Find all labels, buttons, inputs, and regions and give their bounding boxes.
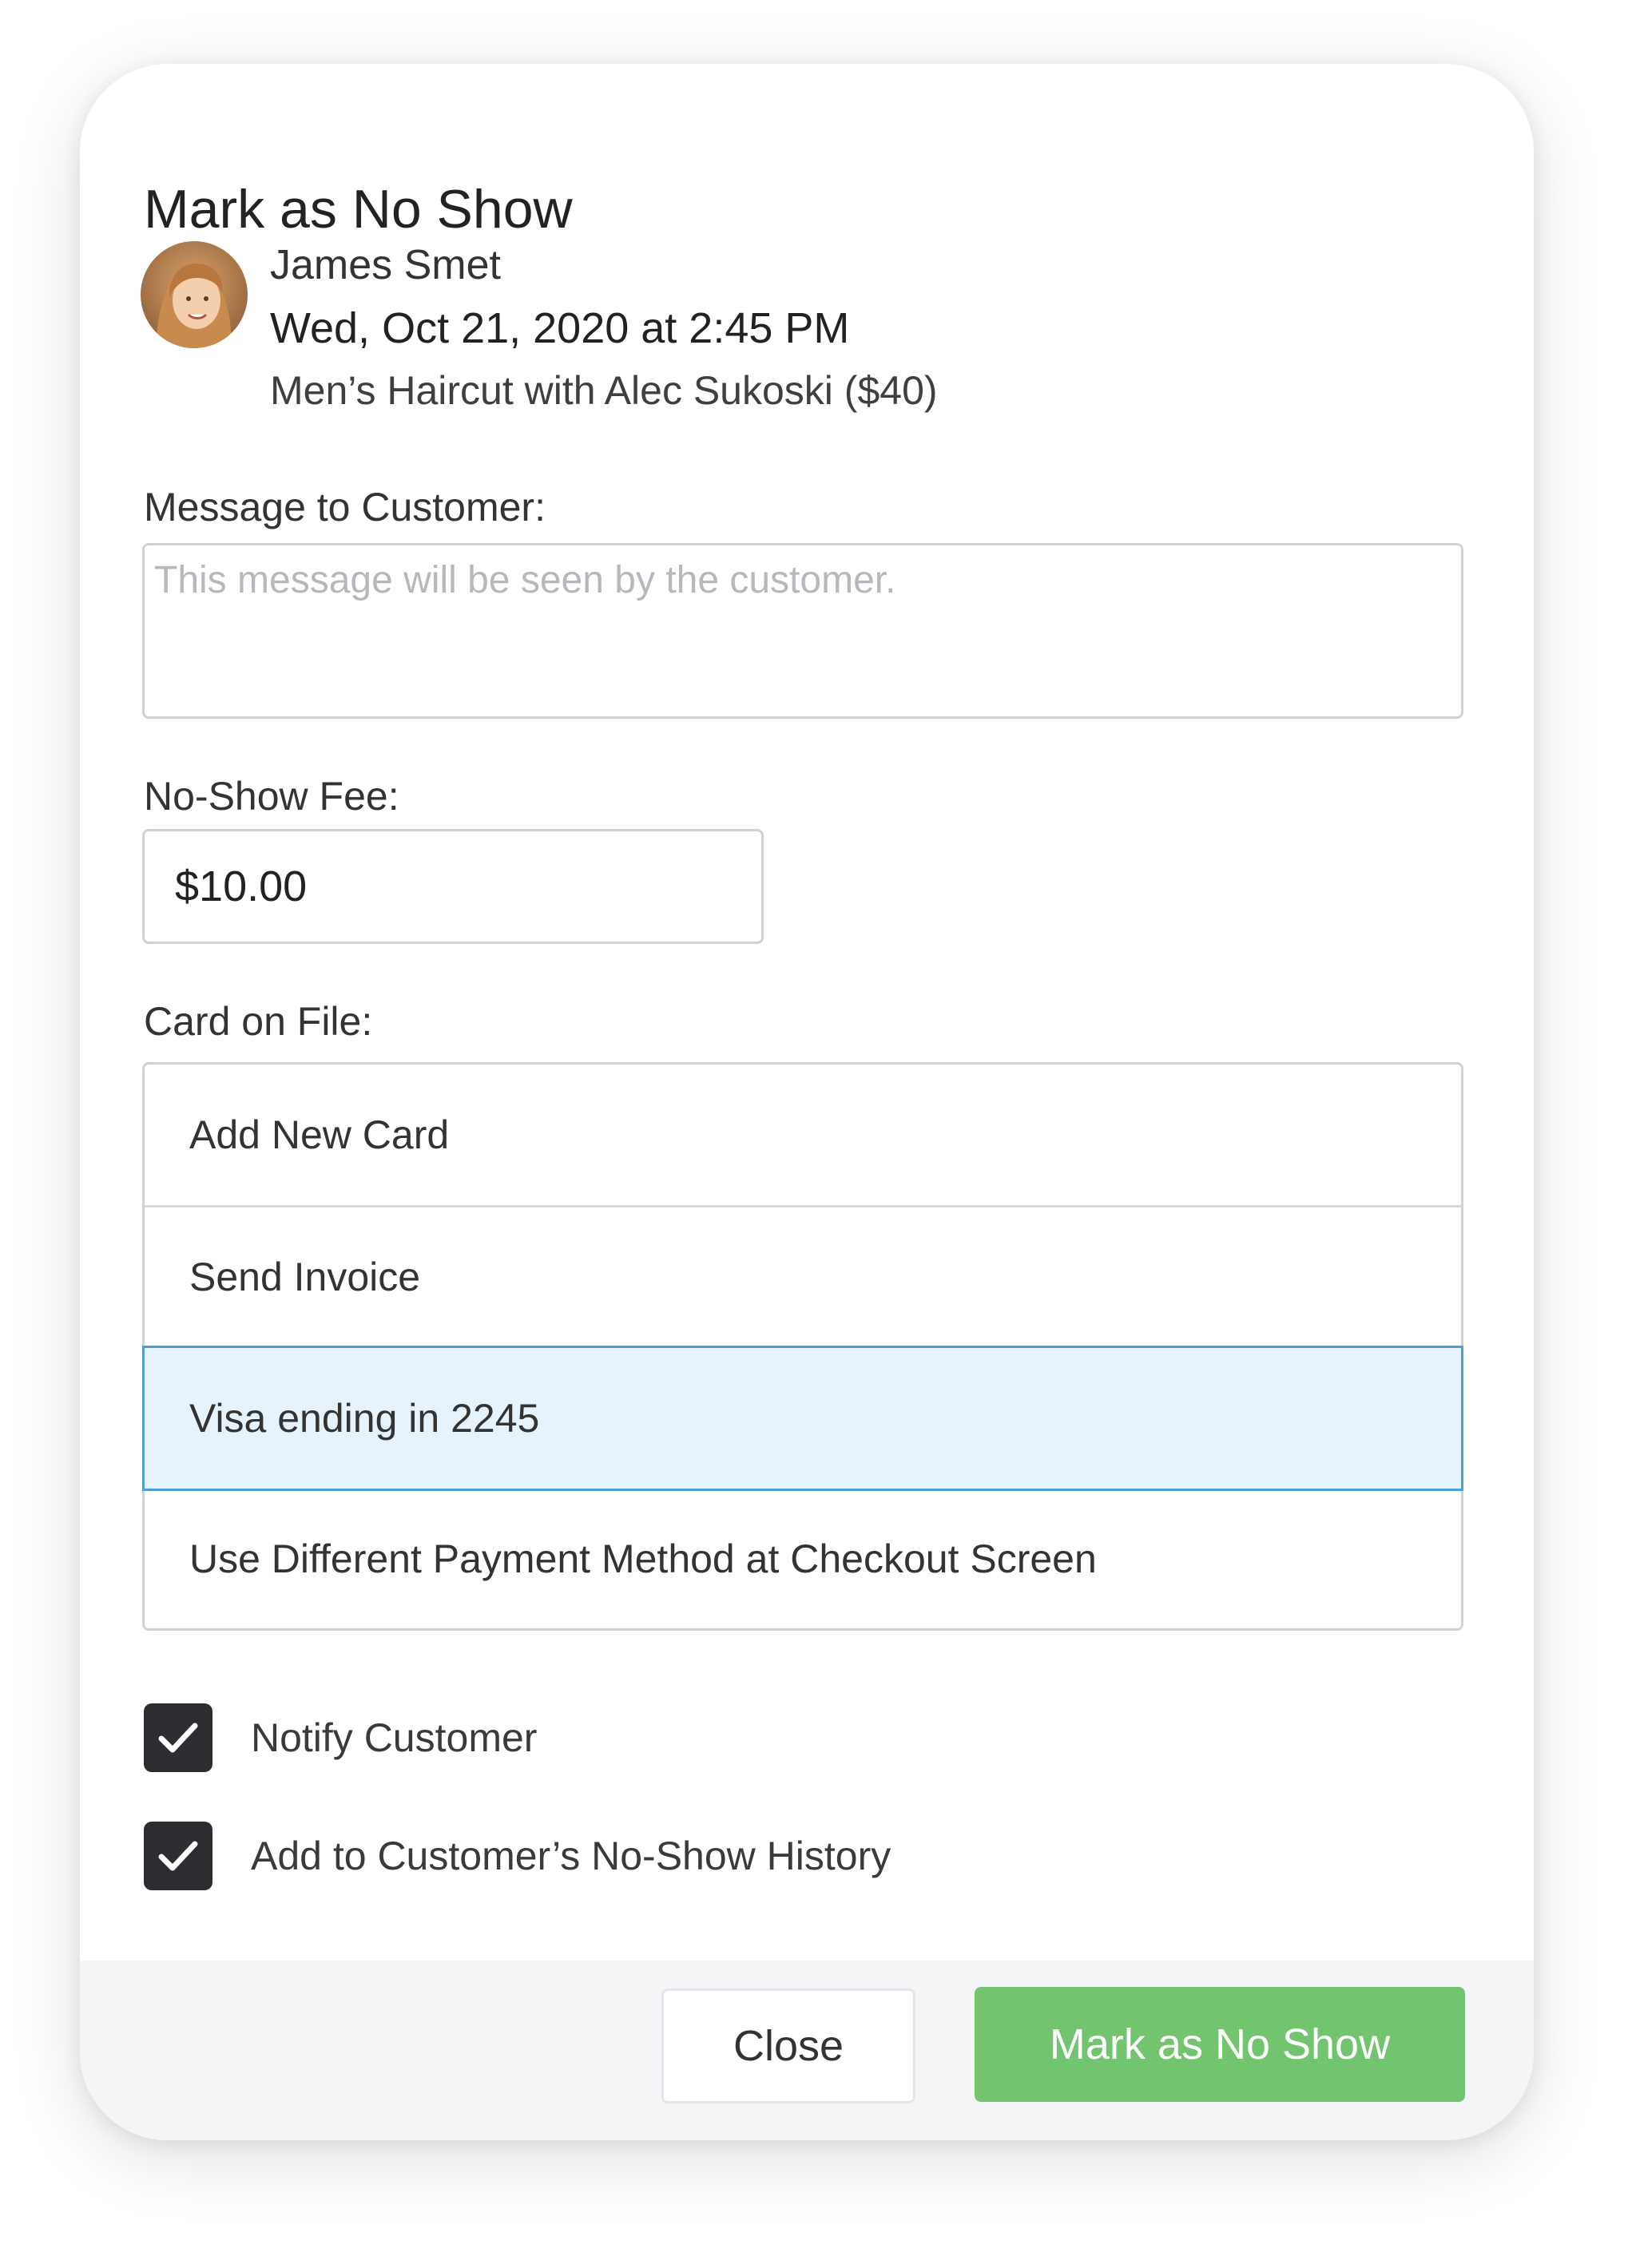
message-field-wrapper bbox=[142, 543, 1463, 719]
avatar-photo-icon bbox=[141, 241, 248, 348]
card-option-label: Visa ending in 2245 bbox=[189, 1396, 540, 1441]
notify-customer-checkbox[interactable] bbox=[144, 1703, 212, 1772]
customer-name: James Smet bbox=[270, 242, 501, 288]
appointment-datetime: Wed, Oct 21, 2020 at 2:45 PM bbox=[270, 304, 850, 352]
fee-label: No-Show Fee: bbox=[144, 774, 399, 819]
message-textarea[interactable] bbox=[145, 545, 1461, 716]
notify-customer-row[interactable]: Notify Customer bbox=[144, 1703, 537, 1772]
no-show-dialog: Mark as No Show James Smet Wed, Oct 21, … bbox=[80, 64, 1534, 2140]
mark-as-no-show-button[interactable]: Mark as No Show bbox=[975, 1987, 1465, 2102]
notify-customer-label: Notify Customer bbox=[251, 1715, 538, 1760]
close-button[interactable]: Close bbox=[661, 1988, 915, 2103]
card-option-send-invoice[interactable]: Send Invoice bbox=[145, 1205, 1461, 1346]
no-show-history-label: Add to Customer’s No-Show History bbox=[251, 1834, 891, 1878]
checkmark-icon bbox=[158, 1841, 198, 1871]
card-option-add-new-card[interactable]: Add New Card bbox=[145, 1065, 1461, 1205]
card-on-file-label: Card on File: bbox=[144, 999, 373, 1044]
checkmark-icon bbox=[158, 1723, 198, 1753]
dialog-title: Mark as No Show bbox=[144, 179, 573, 240]
card-option-label: Add New Card bbox=[189, 1112, 450, 1157]
message-label: Message to Customer: bbox=[144, 485, 546, 529]
fee-field-wrapper bbox=[142, 829, 764, 944]
card-option-visa-2245[interactable]: Visa ending in 2245 bbox=[142, 1346, 1463, 1491]
card-option-label: Use Different Payment Method at Checkout… bbox=[189, 1536, 1097, 1581]
appointment-service: Men’s Haircut with Alec Sukoski ($40) bbox=[270, 368, 938, 413]
card-option-label: Send Invoice bbox=[189, 1254, 421, 1299]
card-on-file-list: Add New Card Send Invoice Visa ending in… bbox=[142, 1062, 1463, 1631]
card-option-different-payment[interactable]: Use Different Payment Method at Checkout… bbox=[145, 1489, 1461, 1629]
customer-avatar bbox=[141, 241, 248, 348]
no-show-fee-input[interactable] bbox=[145, 831, 761, 942]
no-show-history-checkbox[interactable] bbox=[144, 1822, 212, 1890]
no-show-history-row[interactable]: Add to Customer’s No-Show History bbox=[144, 1822, 891, 1890]
